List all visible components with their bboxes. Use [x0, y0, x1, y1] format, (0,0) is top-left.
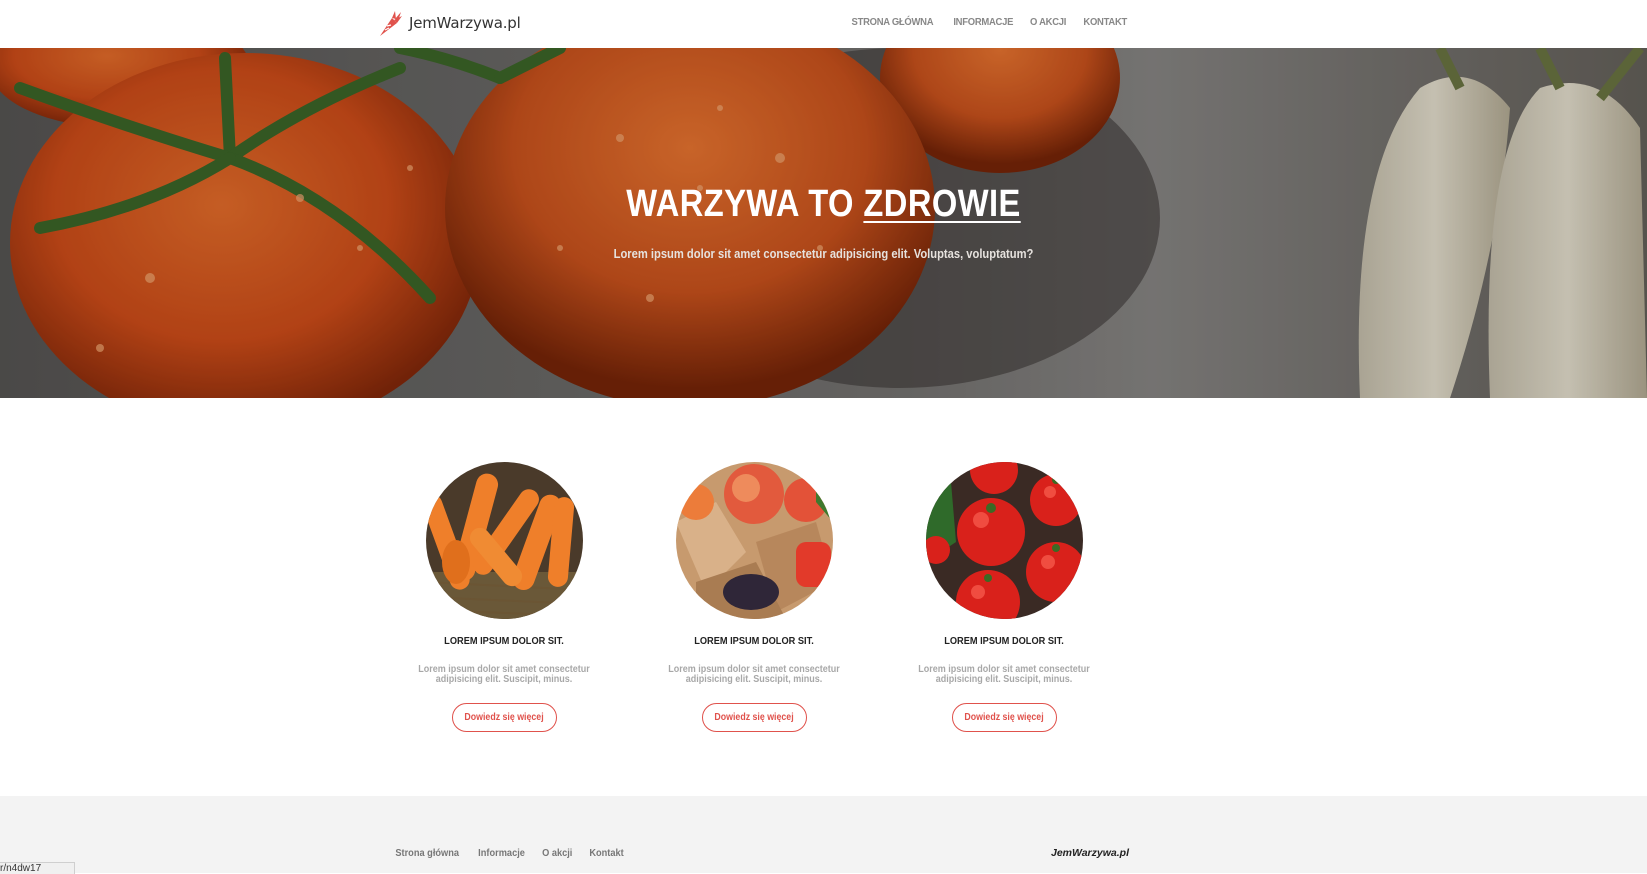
nav-strona-glowna[interactable]: STRONA GŁÓWNA	[852, 16, 934, 28]
main-nav: STRONA GŁÓWNA INFORMACJE O AKCJI KONTAKT	[847, 16, 1129, 28]
tomatoes-image	[925, 462, 1083, 619]
learn-more-button[interactable]: Dowiedz się więcej	[951, 703, 1057, 732]
site-logo[interactable]: JemWarzywa.pl	[377, 8, 521, 38]
feature-card-3: LOREM IPSUM DOLOR SIT. Lorem ipsum dolor…	[884, 462, 1124, 732]
footer-link-kontakt[interactable]: Kontakt	[589, 847, 623, 859]
nav-o-akcji[interactable]: O AKCJI	[1030, 16, 1066, 28]
logo-text: JemWarzywa.pl	[409, 14, 521, 32]
hero-banner: WARZYWA TO ZDROWIE Lorem ipsum dolor sit…	[0, 48, 1647, 398]
browser-status-bar: r/n4dw17	[0, 862, 75, 874]
hero-title-highlight: ZDROWIE	[863, 183, 1021, 225]
button-label: Dowiedz się więcej	[464, 712, 544, 723]
footer-link-o-akcji[interactable]: O akcji	[543, 847, 573, 859]
footer-link-informacje[interactable]: Informacje	[479, 847, 526, 859]
footer-nav: Strona główna Informacje O akcji Kontakt	[391, 847, 626, 859]
mixed-produce-image	[675, 462, 833, 619]
status-url: r/n4dw17	[0, 863, 42, 874]
nav-kontakt[interactable]: KONTAKT	[1083, 16, 1127, 28]
card-text: Lorem ipsum dolor sit amet consectetur a…	[668, 664, 840, 685]
feature-card-1: LOREM IPSUM DOLOR SIT. Lorem ipsum dolor…	[384, 462, 624, 732]
site-footer: Strona główna Informacje O akcji Kontakt…	[0, 796, 1647, 873]
feature-card-2: LOREM IPSUM DOLOR SIT. Lorem ipsum dolor…	[634, 462, 874, 732]
hero-title-main: WARZYWA TO	[626, 183, 864, 225]
card-text: Lorem ipsum dolor sit amet consectetur a…	[918, 664, 1090, 685]
card-title: LOREM IPSUM DOLOR SIT.	[444, 635, 564, 647]
card-title: LOREM IPSUM DOLOR SIT.	[944, 635, 1064, 647]
card-text: Lorem ipsum dolor sit amet consectetur a…	[418, 664, 590, 685]
hero-title: WARZYWA TO ZDROWIE	[115, 183, 1531, 226]
button-label: Dowiedz się więcej	[964, 712, 1044, 723]
learn-more-button[interactable]: Dowiedz się więcej	[701, 703, 807, 732]
hero-subtitle: Lorem ipsum dolor sit amet consectetur a…	[613, 246, 1034, 261]
footer-link-strona-glowna[interactable]: Strona główna	[395, 847, 459, 859]
carrots-image	[425, 462, 583, 619]
card-title: LOREM IPSUM DOLOR SIT.	[694, 635, 814, 647]
carrot-logo-icon	[380, 11, 402, 36]
button-label: Dowiedz się więcej	[714, 712, 794, 723]
footer-brand: JemWarzywa.pl	[1050, 847, 1129, 859]
learn-more-button[interactable]: Dowiedz się więcej	[451, 703, 557, 732]
nav-informacje[interactable]: INFORMACJE	[953, 16, 1013, 28]
site-header: JemWarzywa.pl STRONA GŁÓWNA INFORMACJE O…	[0, 0, 1647, 48]
